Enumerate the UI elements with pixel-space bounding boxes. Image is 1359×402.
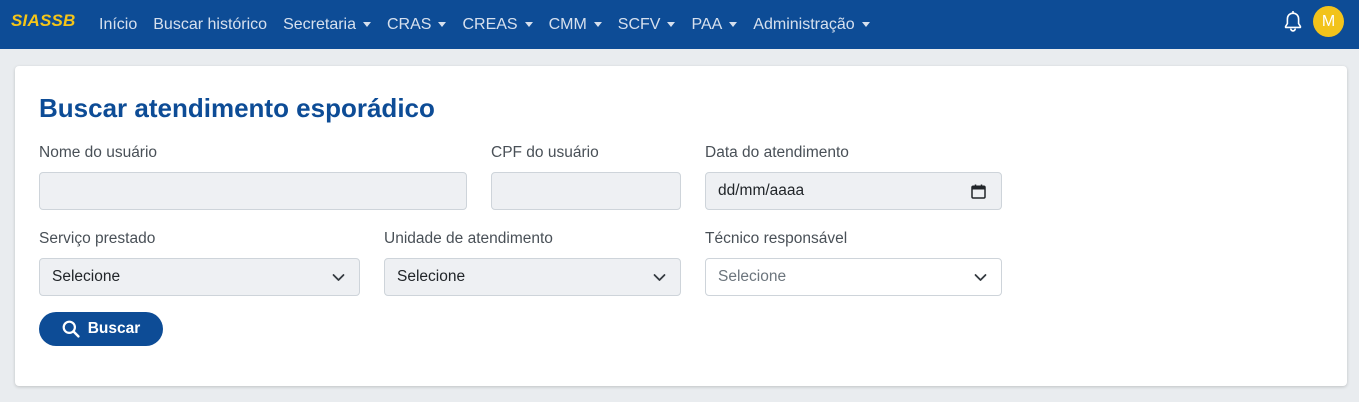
nav-item-label: CMM [548,15,587,33]
nav-item-scfv[interactable]: SCFV [610,16,684,34]
unidade-select-value: Selecione [397,268,466,285]
nav-item-label: PAA [691,15,723,33]
unidade-select[interactable]: Selecione [384,258,681,296]
servico-select[interactable]: Selecione [39,258,360,296]
caret-down-icon [363,22,371,27]
chevron-down-icon [653,271,666,284]
search-icon [62,320,80,338]
nav-item-buscar-historico[interactable]: Buscar histórico [145,16,275,34]
search-card: Buscar atendimento esporádico Nome do us… [15,66,1347,386]
nav-item-label: CRAS [387,15,432,33]
nav-item-cmm[interactable]: CMM [541,16,610,34]
nav-item-label: Secretaria [283,15,356,33]
nav-item-label: Administração [753,15,855,33]
top-navbar: SIASSB Início Buscar histórico Secretari… [0,0,1359,49]
nav-menu: Início Buscar histórico Secretaria CRAS … [91,0,878,49]
nav-item-administracao[interactable]: Administração [745,16,877,34]
caret-down-icon [861,22,870,27]
nome-input[interactable] [39,172,467,210]
data-input-value: dd/mm/aaaa [718,182,805,199]
cpf-label: CPF do usuário [491,144,599,161]
calendar-icon[interactable] [971,184,986,199]
nav-item-creas[interactable]: CREAS [454,16,540,34]
data-input[interactable]: dd/mm/aaaa [705,172,1002,210]
tecnico-select-value: Selecione [718,268,787,285]
page-title: Buscar atendimento esporádico [39,93,435,123]
nome-label: Nome do usuário [39,144,158,161]
nav-item-label: SCFV [617,15,661,33]
servico-label: Serviço prestado [39,230,156,247]
servico-select-value: Selecione [52,268,121,285]
bell-icon[interactable] [1283,10,1303,33]
caret-down-icon [438,22,447,27]
nav-item-paa[interactable]: PAA [683,16,745,34]
chevron-down-icon [974,271,987,284]
nav-item-label: Início [99,15,138,33]
search-button[interactable]: Buscar [39,312,163,346]
caret-down-icon [729,22,738,27]
unidade-label: Unidade de atendimento [384,230,553,247]
cpf-input[interactable] [491,172,681,210]
nav-item-label: Buscar histórico [153,15,268,33]
search-button-label: Buscar [87,320,141,337]
tecnico-select[interactable]: Selecione [705,258,1002,296]
caret-down-icon [593,22,602,27]
nav-item-label: CREAS [462,15,518,33]
caret-down-icon [667,22,676,27]
chevron-down-icon [332,271,345,284]
nav-item-cras[interactable]: CRAS [379,16,454,34]
brand-logo[interactable]: SIASSB [11,11,76,31]
nav-item-inicio[interactable]: Início [91,16,145,34]
tecnico-label: Técnico responsável [705,230,848,247]
caret-down-icon [524,22,533,27]
nav-item-secretaria[interactable]: Secretaria [275,16,379,34]
data-label: Data do atendimento [705,144,849,161]
user-avatar[interactable]: M [1313,6,1344,37]
